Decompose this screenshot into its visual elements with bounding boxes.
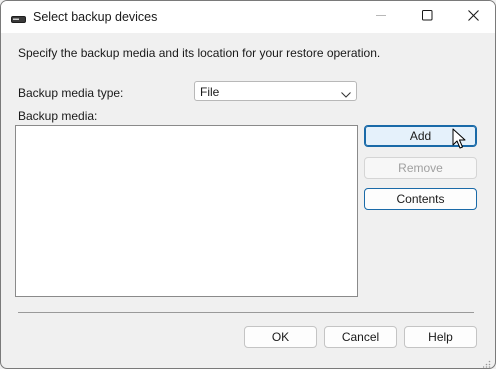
minimize-button[interactable] <box>358 1 404 33</box>
ok-button[interactable]: OK <box>244 326 317 348</box>
backup-media-label: Backup media: <box>18 109 98 123</box>
backup-media-list[interactable] <box>15 125 358 297</box>
help-button[interactable]: Help <box>404 326 477 348</box>
backup-media-type-label: Backup media type: <box>18 86 124 100</box>
footer-divider <box>18 312 474 313</box>
close-button[interactable] <box>450 1 495 33</box>
cancel-button[interactable]: Cancel <box>324 326 397 348</box>
dialog-description: Specify the backup media and its locatio… <box>18 46 381 60</box>
backup-media-type-select[interactable]: File <box>194 81 357 101</box>
maximize-button[interactable] <box>404 1 450 33</box>
backup-media-type-value: File <box>200 85 220 99</box>
close-icon <box>467 10 479 24</box>
chevron-down-icon <box>341 87 351 101</box>
window-title: Select backup devices <box>33 10 158 24</box>
mouse-cursor-icon <box>452 128 466 153</box>
maximize-icon <box>421 10 433 24</box>
title-bar[interactable]: Select backup devices <box>1 1 495 33</box>
resize-grip-icon[interactable] <box>482 357 491 368</box>
contents-button[interactable]: Contents <box>364 188 477 210</box>
minimize-icon <box>375 10 387 24</box>
dialog-window: Select backup devices Specify the backup… <box>0 0 496 369</box>
remove-button[interactable]: Remove <box>364 157 477 179</box>
backup-device-icon <box>11 13 26 27</box>
